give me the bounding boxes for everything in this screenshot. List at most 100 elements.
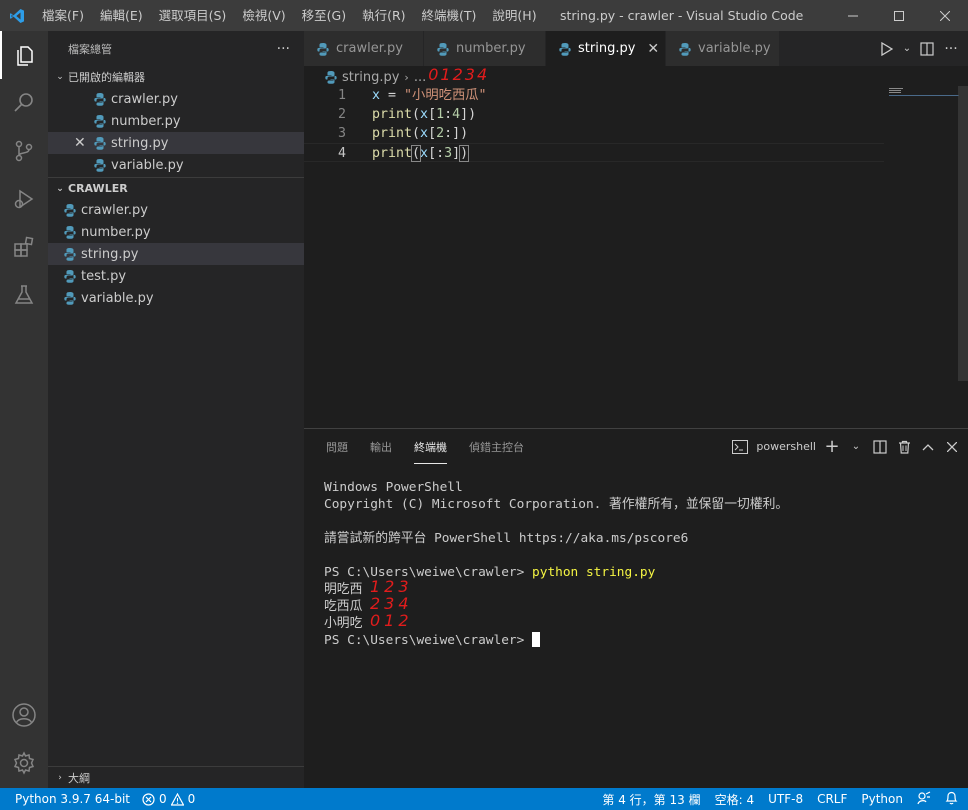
open-editor-label: string.py	[111, 135, 169, 151]
close-editor-icon[interactable]: ✕	[74, 135, 86, 151]
terminal-shell-label[interactable]: powershell	[756, 438, 816, 456]
chevron-down-icon: ⌄	[56, 72, 64, 82]
trash-icon[interactable]	[896, 438, 912, 456]
vertical-scrollbar[interactable]	[958, 86, 968, 381]
add-terminal-icon[interactable]: +	[824, 436, 840, 457]
menu-help[interactable]: 說明(H)	[484, 0, 544, 31]
close-panel-icon[interactable]	[944, 438, 960, 456]
explorer-icon[interactable]	[0, 31, 48, 79]
account-icon[interactable]	[0, 691, 48, 739]
indentation[interactable]: 空格: 4	[715, 791, 755, 808]
chevron-down-icon[interactable]: ⌄	[848, 438, 864, 456]
encoding[interactable]: UTF-8	[768, 792, 803, 806]
source-control-icon[interactable]	[0, 127, 48, 175]
split-editor-icon[interactable]	[918, 40, 936, 58]
feedback-icon[interactable]	[917, 790, 931, 808]
terminal-shell-icon	[732, 438, 749, 456]
tab-output[interactable]: 輸出	[370, 429, 392, 464]
open-editor-item[interactable]: variable.py	[48, 154, 304, 176]
breadcrumb-file[interactable]: string.py	[342, 70, 399, 85]
folder-title: CRAWLER	[68, 182, 128, 195]
handwritten-index-annotation: 01234	[428, 64, 490, 84]
file-item-selected[interactable]: string.py	[48, 243, 304, 265]
terminal-line: Windows PowerShell	[324, 480, 463, 495]
menu-go[interactable]: 移至(G)	[294, 0, 354, 31]
python-interpreter[interactable]: Python 3.9.7 64-bit	[15, 792, 130, 806]
python-file-icon	[62, 268, 78, 284]
error-icon	[142, 792, 155, 806]
settings-gear-icon[interactable]	[0, 739, 48, 787]
minimap[interactable]	[888, 86, 968, 428]
breadcrumb: string.py › ... 01234	[304, 64, 968, 88]
handwritten-index-annotation: 123	[370, 577, 413, 596]
warning-icon	[170, 792, 184, 806]
tab-label: variable.py	[698, 41, 771, 56]
maximize-panel-icon[interactable]	[920, 438, 936, 456]
code-editor[interactable]: 1 x = "小明吃西瓜" 2 print(x[1:4]) 3 print(x[…	[304, 86, 968, 428]
code-line: 1 x = "小明吃西瓜"	[304, 86, 884, 105]
search-icon[interactable]	[0, 79, 48, 127]
more-actions-icon[interactable]: ···	[277, 41, 290, 57]
terminal-line: Copyright (C) Microsoft Corporation. 著作權…	[324, 497, 789, 512]
open-editor-item[interactable]: crawler.py	[48, 88, 304, 110]
file-item[interactable]: variable.py	[48, 287, 304, 309]
split-terminal-icon[interactable]	[872, 438, 888, 456]
python-file-icon	[678, 42, 692, 56]
outline-section[interactable]: › 大綱	[48, 766, 304, 788]
code-line: 2 print(x[1:4])	[304, 105, 884, 124]
code-text: print(x[2:])	[372, 126, 469, 141]
minimize-icon[interactable]	[830, 0, 876, 31]
open-editor-item-active[interactable]: ✕ string.py	[48, 132, 304, 154]
tab-debug-console[interactable]: 偵錯主控台	[469, 429, 524, 464]
file-item[interactable]: crawler.py	[48, 199, 304, 221]
language-mode[interactable]: Python	[861, 792, 903, 806]
menu-run[interactable]: 執行(R)	[354, 0, 413, 31]
python-file-icon	[436, 42, 450, 56]
status-bar: Python 3.9.7 64-bit 0 0 第 4 行，第 13 欄 空格:…	[0, 788, 968, 810]
explorer-title: 檔案總管	[68, 42, 112, 56]
terminal-output-text: 吃西瓜	[324, 599, 363, 614]
tab-crawler[interactable]: crawler.py	[304, 31, 424, 66]
extensions-icon[interactable]	[0, 223, 48, 271]
tab-terminal[interactable]: 終端機	[414, 429, 447, 464]
editor-tabs: crawler.py number.py string.py ✕ variabl…	[304, 31, 968, 66]
terminal-output[interactable]: Windows PowerShell Copyright (C) Microso…	[324, 479, 788, 649]
menu-view[interactable]: 檢視(V)	[234, 0, 293, 31]
menu-edit[interactable]: 編輯(E)	[92, 0, 151, 31]
close-window-icon[interactable]	[922, 0, 968, 31]
maximize-icon[interactable]	[876, 0, 922, 31]
file-item[interactable]: test.py	[48, 265, 304, 287]
notifications-bell-icon[interactable]	[945, 791, 958, 808]
menu-selection[interactable]: 選取項目(S)	[151, 0, 235, 31]
terminal-line: PS C:\Users\weiwe\crawler>	[324, 632, 788, 649]
python-file-icon	[62, 290, 78, 306]
menu-terminal[interactable]: 終端機(T)	[414, 0, 485, 31]
run-debug-icon[interactable]	[0, 175, 48, 223]
run-file-icon[interactable]	[878, 40, 896, 58]
end-of-line[interactable]: CRLF	[817, 792, 847, 806]
tab-label: crawler.py	[336, 41, 403, 56]
python-file-icon	[92, 135, 108, 151]
terminal-cursor	[532, 632, 541, 647]
problems-indicator[interactable]: 0 0	[142, 792, 195, 806]
open-editors-section[interactable]: ⌄ 已開啟的編輯器	[48, 66, 304, 88]
chevron-right-icon: ›	[58, 772, 62, 783]
python-file-icon	[324, 70, 338, 84]
cursor-position[interactable]: 第 4 行，第 13 欄	[602, 791, 700, 808]
testing-icon[interactable]	[0, 271, 48, 319]
chevron-down-icon[interactable]: ⌄	[902, 40, 912, 58]
more-actions-icon[interactable]: ···	[942, 40, 960, 58]
open-editor-item[interactable]: number.py	[48, 110, 304, 132]
folder-section[interactable]: ⌄ CRAWLER	[48, 177, 304, 199]
tab-problems[interactable]: 問題	[326, 429, 348, 464]
close-tab-icon[interactable]: ✕	[647, 41, 659, 57]
tab-label: number.py	[456, 41, 526, 56]
python-file-icon	[92, 113, 108, 129]
python-file-icon	[62, 224, 78, 240]
tab-number[interactable]: number.py	[424, 31, 546, 66]
tab-string-active[interactable]: string.py ✕	[546, 31, 666, 66]
menu-file[interactable]: 檔案(F)	[34, 0, 92, 31]
file-item[interactable]: number.py	[48, 221, 304, 243]
tab-variable[interactable]: variable.py	[666, 31, 780, 66]
breadcrumb-rest[interactable]: ...	[414, 70, 426, 85]
